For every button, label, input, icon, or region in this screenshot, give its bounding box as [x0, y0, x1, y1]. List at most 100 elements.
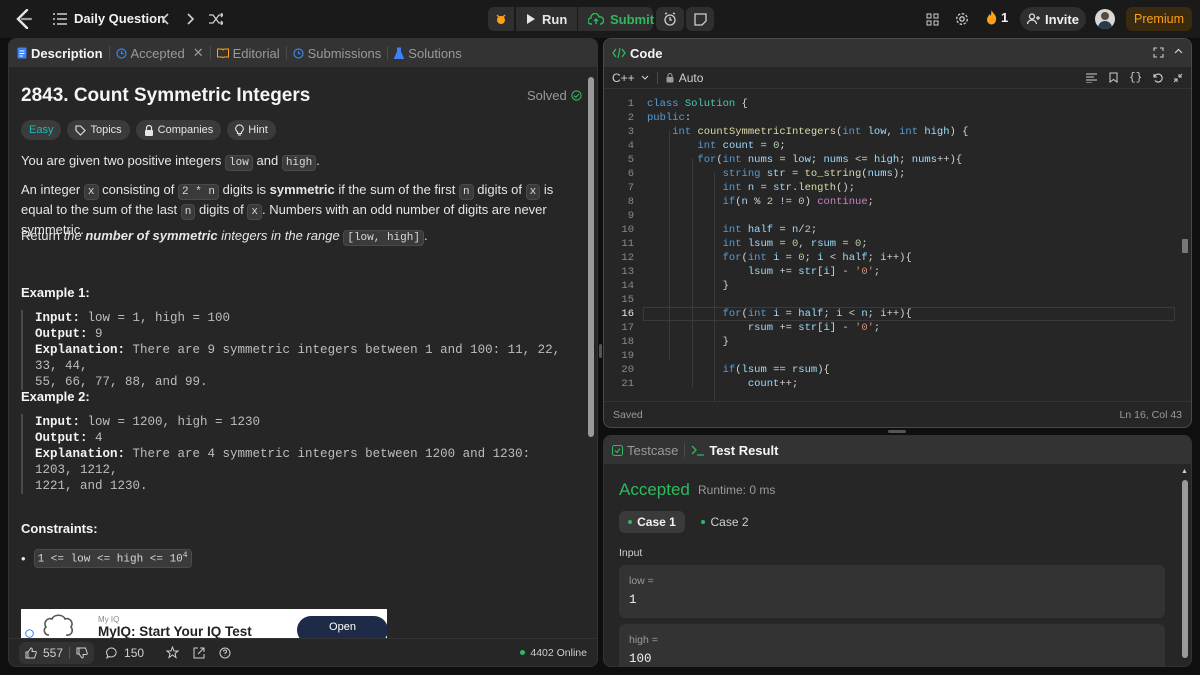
- help-icon[interactable]: [219, 647, 231, 659]
- difficulty-easy-badge[interactable]: Easy: [21, 120, 62, 140]
- ad-open-button[interactable]: Open: [297, 616, 387, 640]
- description-scrollbar[interactable]: [587, 77, 595, 637]
- submit-button[interactable]: Submit: [578, 7, 654, 31]
- ad-info-icon[interactable]: [25, 629, 34, 638]
- braces-icon[interactable]: {}: [1129, 72, 1142, 84]
- text: digits is: [222, 182, 267, 197]
- shuffle-icon[interactable]: [208, 11, 224, 27]
- comment-count: 150: [124, 645, 145, 660]
- problem-title[interactable]: 2843. Count Symmetric Integers: [21, 85, 310, 107]
- debug-button[interactable]: [488, 7, 514, 31]
- code-line[interactable]: }: [647, 336, 729, 348]
- ad-title: MyIQ: Start Your IQ Test: [98, 624, 252, 639]
- scrollbar-thumb[interactable]: [588, 77, 594, 437]
- code-line[interactable]: public:: [647, 112, 691, 124]
- pass-dot-icon: [628, 520, 633, 524]
- bullet: •: [21, 550, 26, 566]
- online-indicator: 4402 Online: [520, 647, 587, 659]
- code-line[interactable]: int n = str.length();: [647, 182, 855, 194]
- leetcode-logo-icon[interactable]: [14, 9, 34, 29]
- streak-counter[interactable]: 1: [986, 10, 1008, 25]
- result-panel: Testcase Test Result Accepted Runtime: 0…: [603, 435, 1192, 667]
- bold-symmetric: symmetric: [269, 182, 335, 197]
- topics-chip[interactable]: Topics: [67, 120, 130, 140]
- description-content: 2843. Count Symmetric Integers Solved Ea…: [9, 39, 587, 640]
- code-line[interactable]: }: [647, 280, 729, 292]
- scrollbar-thumb[interactable]: [1182, 480, 1188, 658]
- run-button[interactable]: Run: [516, 7, 578, 31]
- notes-button[interactable]: [686, 7, 714, 31]
- star-icon[interactable]: [166, 646, 180, 659]
- code-line[interactable]: for(int i = 0; i < half; i++){: [647, 252, 912, 264]
- code-line[interactable]: class Solution {: [647, 98, 748, 110]
- hint-chip[interactable]: Hint: [227, 120, 276, 140]
- line-number: 5: [627, 154, 634, 166]
- share-icon[interactable]: [193, 647, 205, 659]
- code-line[interactable]: rsum += str[i] - '0';: [647, 322, 880, 334]
- tab-testcase[interactable]: Testcase: [604, 436, 684, 464]
- invite-button[interactable]: Invite: [1020, 7, 1086, 31]
- example-1-heading: Example 1:: [21, 285, 90, 300]
- thumbs-down-icon[interactable]: [76, 647, 88, 659]
- code-line[interactable]: if(n % 2 != 0) continue;: [647, 196, 874, 208]
- vertical-resize-handle[interactable]: [599, 344, 602, 358]
- format-icon[interactable]: [1086, 73, 1097, 83]
- tag-chips: Easy Topics Companies Hint: [21, 120, 282, 140]
- minimize-icon[interactable]: [1173, 73, 1183, 83]
- prev-problem-icon[interactable]: [158, 11, 172, 27]
- collapse-chevron-icon[interactable]: [1173, 46, 1184, 57]
- scroll-up-icon[interactable]: ▲: [1181, 468, 1188, 475]
- result-scrollbar[interactable]: ▲: [1181, 466, 1189, 666]
- code-line[interactable]: string str = to_string(nums);: [647, 168, 906, 180]
- auto-mode[interactable]: Auto: [666, 71, 703, 85]
- thumbs-up-icon[interactable]: [25, 646, 37, 659]
- maximize-icon[interactable]: [1153, 47, 1164, 58]
- timer-button[interactable]: [656, 7, 684, 31]
- checkbox-icon: [612, 444, 623, 456]
- code-line[interactable]: int count = 0;: [647, 140, 785, 152]
- code-line[interactable]: for(int nums = low; nums <= high; nums++…: [647, 154, 962, 166]
- case-1-tab[interactable]: Case 1: [619, 511, 685, 533]
- advertisement-banner[interactable]: My IQ MyIQ: Start Your IQ Test Open: [21, 609, 387, 640]
- horizontal-resize-handle[interactable]: [888, 430, 906, 433]
- line-number: 15: [621, 294, 634, 306]
- language-select[interactable]: C++: [612, 71, 649, 85]
- bookmark-icon[interactable]: [1109, 72, 1118, 83]
- editor-status-bar: Saved Ln 16, Col 43: [604, 401, 1191, 427]
- add-user-icon: [1027, 13, 1041, 25]
- case-2-tab[interactable]: Case 2: [694, 511, 756, 533]
- comments-button[interactable]: 150: [106, 646, 144, 660]
- inline-code-range: [low, high]: [343, 230, 424, 246]
- editor-scrollbar-thumb[interactable]: [1182, 239, 1188, 253]
- tab-test-result[interactable]: Test Result: [685, 436, 784, 464]
- user-avatar[interactable]: [1095, 9, 1115, 29]
- code-line[interactable]: if(lsum == rsum){: [647, 364, 830, 376]
- premium-button[interactable]: Premium: [1126, 7, 1192, 31]
- play-icon: [526, 13, 536, 25]
- layout-grid-icon[interactable]: [924, 11, 940, 27]
- line-number: 16: [621, 308, 634, 320]
- problem-list-icon[interactable]: [52, 11, 68, 27]
- settings-gear-icon[interactable]: [954, 11, 970, 27]
- tab-code[interactable]: Code: [604, 39, 669, 67]
- next-problem-icon[interactable]: [184, 11, 198, 27]
- code-panel-header: Code: [604, 39, 1191, 67]
- inline-code-low: low: [225, 155, 253, 171]
- code-line[interactable]: int lsum = 0, rsum = 0;: [647, 238, 868, 250]
- line-number: 10: [621, 224, 634, 236]
- explanation-key: Explanation:: [35, 447, 126, 461]
- code-line[interactable]: count++;: [647, 378, 798, 390]
- code-line[interactable]: lsum += str[i] - '0';: [647, 266, 880, 278]
- constraint-code: 1 <= low <= high <= 104: [33, 549, 192, 568]
- companies-chip[interactable]: Companies: [135, 120, 222, 140]
- code-line[interactable]: int half = n/2;: [647, 224, 818, 236]
- daily-question-title[interactable]: Daily Question: [74, 11, 165, 26]
- note-icon: [693, 12, 707, 26]
- code-line[interactable]: for(int i = half; i < n; i++){: [647, 308, 912, 320]
- var-name: low =: [629, 575, 654, 587]
- reset-icon[interactable]: [1152, 72, 1163, 83]
- constraint-item: • 1 <= low <= high <= 104: [21, 549, 192, 568]
- code-line[interactable]: int countSymmetricIntegers(int low, int …: [647, 126, 968, 138]
- line-number: 11: [621, 238, 634, 250]
- ad-brand: My IQ: [98, 615, 120, 624]
